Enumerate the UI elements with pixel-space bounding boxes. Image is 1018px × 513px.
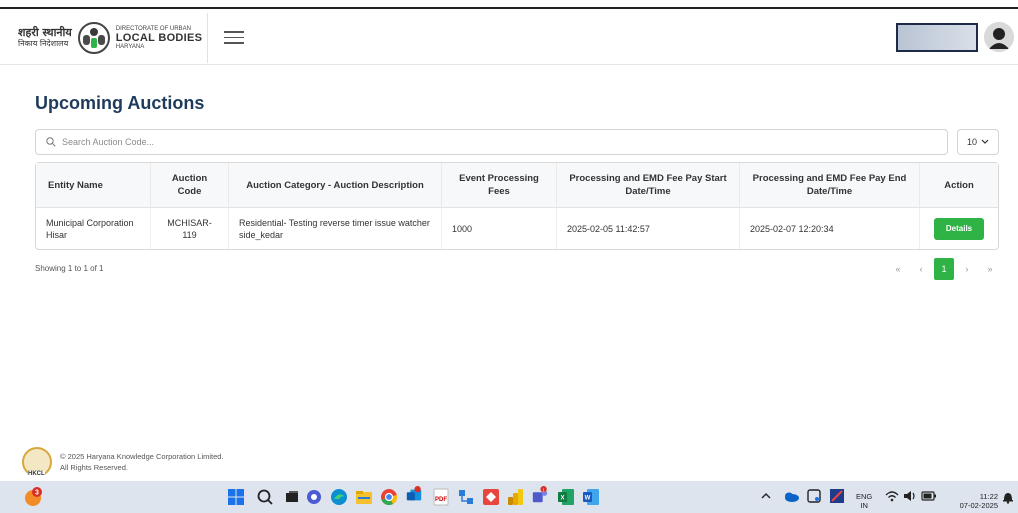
wifi-icon[interactable] bbox=[885, 489, 899, 503]
table-row: Municipal Corporation Hisar MCHISAR-119 … bbox=[36, 208, 998, 249]
windows-start-icon[interactable] bbox=[227, 488, 245, 506]
browser-top-edge bbox=[0, 0, 1018, 9]
hkcl-logo-text: HKCL bbox=[28, 471, 45, 477]
svg-text:W: W bbox=[585, 496, 591, 502]
security-tray-icon[interactable] bbox=[829, 488, 845, 504]
dlb-logo[interactable]: शहरी स्थानीय निकाय निदेशालय DIRECTORATE … bbox=[18, 20, 202, 56]
anydesk-icon[interactable] bbox=[482, 488, 500, 506]
header-divider bbox=[207, 13, 208, 63]
network-tool-icon[interactable] bbox=[457, 488, 475, 506]
logo-dept-big: LOCAL BODIES bbox=[115, 31, 203, 44]
language-label: ENG bbox=[856, 492, 873, 501]
power-bi-icon[interactable] bbox=[507, 488, 525, 506]
search-input[interactable] bbox=[62, 137, 922, 147]
pdf-app-icon[interactable]: PDF bbox=[432, 488, 450, 506]
menu-toggle-icon[interactable] bbox=[224, 27, 244, 47]
search-icon bbox=[46, 137, 56, 147]
chat-app-icon[interactable] bbox=[305, 488, 323, 506]
taskbar-search-icon[interactable] bbox=[256, 488, 274, 506]
show-hidden-icons-icon[interactable] bbox=[760, 489, 772, 503]
page-1-button[interactable]: 1 bbox=[934, 258, 954, 280]
app-header: शहरी स्थानीय निकाय निदेशालय DIRECTORATE … bbox=[0, 11, 1018, 65]
language-indicator[interactable]: ENG IN bbox=[856, 492, 872, 510]
svg-text:X: X bbox=[560, 496, 564, 502]
clock-date: 07-02-2025 bbox=[959, 501, 998, 510]
notification-badge: 3 bbox=[35, 490, 39, 497]
cell-fees: 1000 bbox=[442, 208, 557, 249]
col-auction-code[interactable]: Auction Code bbox=[151, 163, 229, 208]
word-icon[interactable]: W bbox=[582, 488, 600, 506]
clock-time: 11:22 bbox=[979, 492, 998, 501]
logo-dept-small: DIRECTORATE OF URBAN bbox=[115, 25, 191, 32]
col-entity-name[interactable]: Entity Name bbox=[36, 163, 151, 208]
pagination: « ‹ 1 › » bbox=[888, 258, 1000, 280]
col-start-datetime[interactable]: Processing and EMD Fee Pay Start Date/Ti… bbox=[557, 163, 740, 208]
logo-hindi-line2: निकाय निदेशालय bbox=[18, 39, 69, 48]
col-end-datetime[interactable]: Processing and EMD Fee Pay End Date/Time bbox=[740, 163, 920, 208]
clock[interactable]: 11:22 07-02-2025 bbox=[948, 492, 998, 510]
prev-page-button[interactable]: ‹ bbox=[911, 258, 931, 280]
footer-rights: All Rights Reserved. bbox=[60, 463, 128, 472]
snipping-tool-icon[interactable] bbox=[806, 488, 822, 504]
chrome-browser-icon[interactable] bbox=[380, 488, 398, 506]
col-event-fees[interactable]: Event Processing Fees bbox=[442, 163, 557, 208]
details-button[interactable]: Details bbox=[934, 217, 984, 240]
onedrive-icon[interactable] bbox=[783, 489, 799, 503]
user-name-box[interactable] bbox=[896, 23, 978, 52]
battery-icon[interactable] bbox=[921, 489, 937, 503]
page-title: Upcoming Auctions bbox=[35, 93, 205, 113]
logo-hindi-text: शहरी स्थानीय निकाय निदेशालय bbox=[18, 27, 72, 49]
windows-taskbar: 3 PDF 1 X W ENG IN 11:22 07-02-2025 bbox=[0, 481, 1018, 513]
dlb-emblem-icon bbox=[77, 22, 110, 54]
showing-count: Showing 1 to 1 of 1 bbox=[35, 264, 104, 273]
search-box[interactable] bbox=[35, 129, 948, 155]
cell-end: 2025-02-07 12:20:34 bbox=[740, 208, 920, 249]
cell-code: MCHISAR-119 bbox=[151, 208, 229, 249]
footer-copyright: © 2025 Haryana Knowledge Corporation Lim… bbox=[60, 452, 224, 461]
task-view-icon[interactable] bbox=[283, 488, 301, 506]
col-action: Action bbox=[920, 163, 998, 208]
weather-widget-icon[interactable]: 3 bbox=[22, 486, 44, 508]
per-page-select[interactable]: 10 bbox=[957, 129, 999, 155]
edge-browser-icon[interactable] bbox=[330, 488, 348, 506]
svg-text:PDF: PDF bbox=[435, 497, 447, 503]
cell-start: 2025-02-05 11:42:57 bbox=[557, 208, 740, 249]
table-header-row: Entity Name Auction Code Auction Categor… bbox=[36, 163, 998, 208]
last-page-button[interactable]: » bbox=[980, 258, 1000, 280]
cell-category: Residential- Testing reverse timer issue… bbox=[229, 208, 442, 249]
excel-icon[interactable]: X bbox=[557, 488, 575, 506]
user-avatar-icon[interactable] bbox=[984, 22, 1014, 52]
chevron-down-icon bbox=[981, 139, 989, 144]
cell-action: Details bbox=[920, 208, 998, 249]
logo-dept-state: HARYANA bbox=[115, 43, 145, 50]
col-auction-category[interactable]: Auction Category - Auction Description bbox=[229, 163, 442, 208]
region-label: IN bbox=[860, 501, 868, 510]
next-page-button[interactable]: › bbox=[957, 258, 977, 280]
footer-text: © 2025 Haryana Knowledge Corporation Lim… bbox=[60, 451, 224, 473]
logo-dept-text: DIRECTORATE OF URBAN LOCAL BODIES HARYAN… bbox=[116, 26, 203, 51]
auctions-table: Entity Name Auction Code Auction Categor… bbox=[35, 162, 999, 250]
teams-icon[interactable]: 1 bbox=[531, 486, 549, 504]
cell-entity: Municipal Corporation Hisar bbox=[36, 208, 151, 249]
volume-icon[interactable] bbox=[903, 489, 917, 503]
page-footer: HKCL © 2025 Haryana Knowledge Corporatio… bbox=[22, 447, 224, 477]
notification-bell-icon[interactable] bbox=[1002, 490, 1014, 504]
per-page-value: 10 bbox=[966, 137, 977, 147]
outlook-icon[interactable] bbox=[405, 486, 423, 504]
hkcl-logo-icon: HKCL bbox=[22, 447, 52, 477]
file-explorer-icon[interactable] bbox=[355, 488, 373, 506]
first-page-button[interactable]: « bbox=[888, 258, 908, 280]
